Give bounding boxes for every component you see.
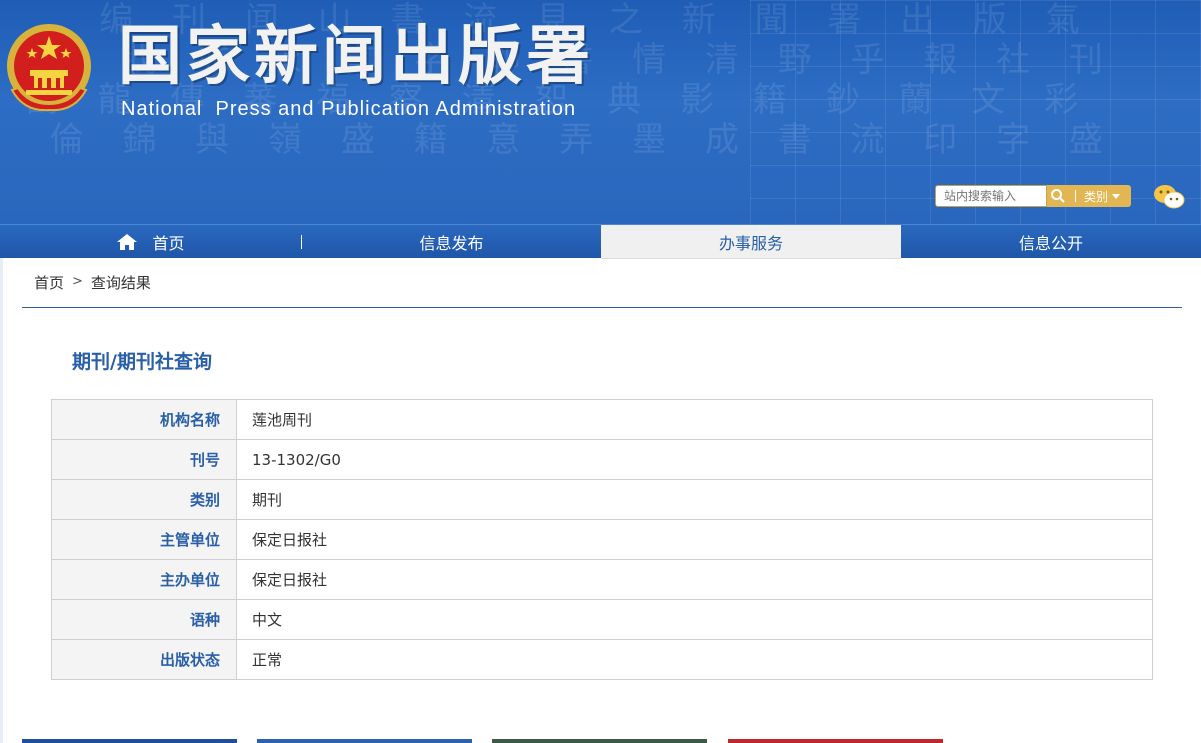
footer-link-bar-2[interactable] — [257, 739, 472, 743]
field-value: 正常 — [236, 639, 1153, 680]
table-row: 主管单位 保定日报社 — [51, 519, 1153, 560]
search-input[interactable] — [935, 185, 1047, 207]
search-button-group[interactable]: 类别 — [1047, 185, 1131, 207]
footer-link-bar-4[interactable] — [728, 739, 943, 743]
result-table: 机构名称 莲池周刊 刊号 13-1302/G0 类别 期刊 主管单位 保定日报社… — [51, 399, 1153, 680]
nav-item-services[interactable]: 办事服务 — [601, 225, 901, 259]
table-row: 主办单位 保定日报社 — [51, 559, 1153, 600]
national-emblem-icon — [7, 24, 91, 112]
home-icon — [117, 234, 138, 250]
nav-item-info-disclosure[interactable]: 信息公开 — [901, 225, 1201, 259]
field-value: 13-1302/G0 — [236, 439, 1153, 480]
field-label: 主办单位 — [51, 559, 237, 600]
field-label: 类别 — [51, 479, 237, 520]
search-icon[interactable] — [1047, 185, 1069, 207]
nav-item-label: 信息公开 — [1018, 234, 1083, 253]
field-label: 主管单位 — [51, 519, 237, 560]
chevron-down-icon[interactable] — [1112, 193, 1121, 199]
table-row: 出版状态 正常 — [51, 639, 1153, 680]
field-label: 机构名称 — [51, 399, 237, 440]
nav-item-label: 首页 — [152, 234, 185, 253]
main-nav: 首页 信息发布 办事服务 信息公开 — [0, 224, 1201, 259]
site-search: 类别 — [935, 185, 1131, 207]
breadcrumb-home-link[interactable]: 首页 — [34, 272, 64, 293]
table-row: 语种 中文 — [51, 599, 1153, 640]
field-value: 保定日报社 — [236, 519, 1153, 560]
field-label: 刊号 — [51, 439, 237, 480]
site-title: 国家新闻出版署 — [118, 20, 594, 94]
field-value: 保定日报社 — [236, 559, 1153, 600]
site-subtitle: National Press and Publication Administr… — [121, 98, 577, 120]
wechat-icon[interactable] — [1153, 183, 1185, 211]
footer-link-bar-1[interactable] — [22, 739, 237, 743]
nav-item-label: 信息发布 — [419, 234, 484, 253]
category-dropdown-label[interactable]: 类别 — [1084, 188, 1108, 205]
footer-link-bar-3[interactable] — [492, 739, 707, 743]
breadcrumb: 首页 > 查询结果 — [22, 272, 1182, 308]
section-title: 期刊/期刊社查询 — [72, 351, 212, 373]
search-divider — [1075, 190, 1076, 202]
nav-item-label: 办事服务 — [718, 233, 783, 253]
nav-item-home[interactable]: 首页 — [0, 225, 301, 259]
breadcrumb-current: 查询结果 — [90, 274, 151, 292]
field-label: 出版状态 — [51, 639, 237, 680]
field-value: 期刊 — [236, 479, 1153, 520]
breadcrumb-separator: > — [72, 274, 83, 289]
field-label: 语种 — [51, 599, 237, 640]
field-value: 中文 — [236, 599, 1153, 640]
table-row: 刊号 13-1302/G0 — [51, 439, 1153, 480]
nav-item-info-release[interactable]: 信息发布 — [302, 225, 601, 259]
field-value: 莲池周刊 — [236, 399, 1153, 440]
table-row: 类别 期刊 — [51, 479, 1153, 520]
site-header: 编 刊 闻 山 書 流 見 之 新 聞 署 出 版 氣 福 戕 城 永 言 字 … — [0, 0, 1201, 224]
left-edge-strip — [0, 258, 3, 743]
table-row: 机构名称 莲池周刊 — [51, 399, 1153, 440]
